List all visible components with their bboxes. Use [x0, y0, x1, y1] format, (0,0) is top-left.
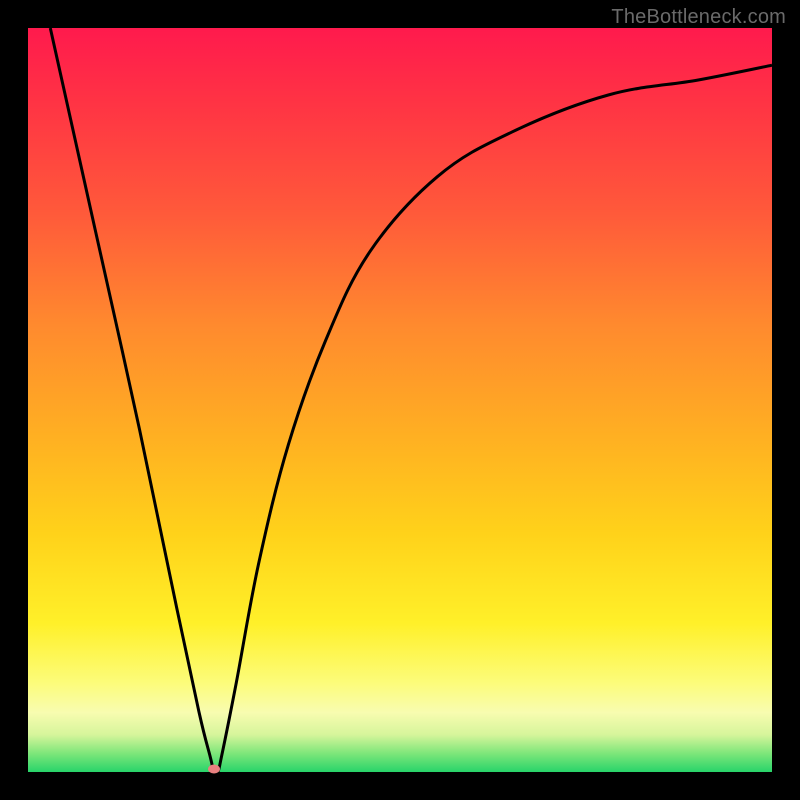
plot-area: [28, 28, 772, 772]
bottleneck-curve: [28, 28, 772, 772]
curve-path: [50, 28, 772, 772]
chart-frame: TheBottleneck.com: [0, 0, 800, 800]
watermark: TheBottleneck.com: [611, 6, 786, 29]
optimal-marker: [208, 765, 220, 774]
